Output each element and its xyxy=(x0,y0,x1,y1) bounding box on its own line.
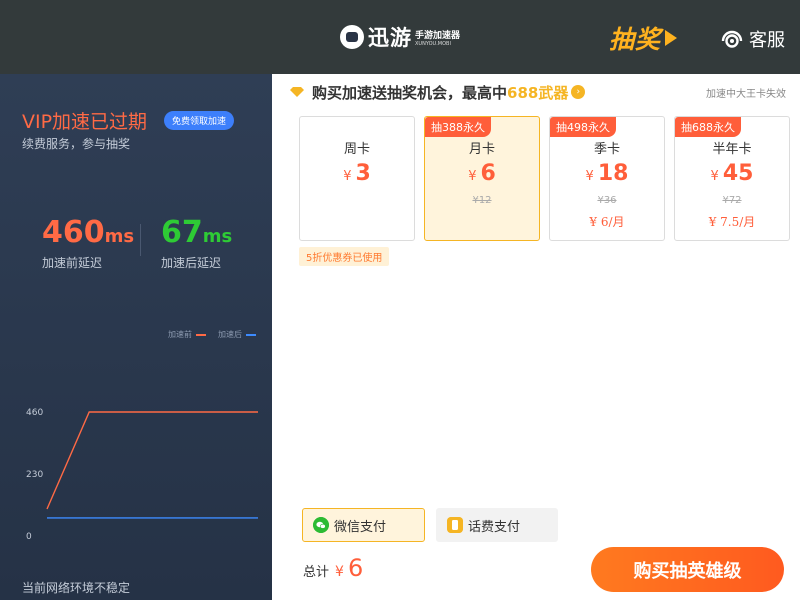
plan-price-value: 18 xyxy=(597,161,629,186)
phone-icon xyxy=(447,517,463,533)
plan-tag: 抽688永久 xyxy=(675,117,741,137)
latency-before-value: 460 xyxy=(42,215,105,250)
logo-sub-en: XUNYOU.MOBI xyxy=(415,40,451,47)
plan-price: ¥45 xyxy=(675,161,789,186)
latency-before-unit: ms xyxy=(104,226,135,247)
wechat-icon xyxy=(313,517,329,533)
phone-pay-label: 话费支付 xyxy=(468,519,521,535)
lottery-label: 抽奖 xyxy=(609,25,662,54)
latency-after: 67ms 加速后延迟 xyxy=(161,216,232,271)
plan-price-value: 6 xyxy=(480,161,496,186)
app-logo: 迅游 手游加速器 XUNYOU.MOBI xyxy=(340,22,460,52)
plan-original-price: ¥12 xyxy=(472,195,492,206)
plan-price: ¥6 xyxy=(425,161,539,186)
total-value: 6 xyxy=(347,554,364,582)
logo-icon xyxy=(340,25,364,49)
latency-after-unit: ms xyxy=(202,226,233,247)
y-tick-label: 0 xyxy=(26,532,32,542)
vip-status-title: VIP加速已过期 xyxy=(22,111,148,133)
plan-name: 季卡 xyxy=(593,142,620,157)
plan-list: 周卡 ¥3 抽388永久 月卡 ¥6 ¥12 抽498永久 季卡 ¥18 ¥36 ¥ 6/月 抽688… xyxy=(299,116,799,241)
plan-price-value: 3 xyxy=(355,161,371,186)
latency-after-value: 67 xyxy=(161,215,203,250)
y-tick-label: 230 xyxy=(26,470,43,480)
plan-per-month: ¥ 6/月 xyxy=(589,215,625,229)
plan-price-value: 45 xyxy=(722,161,754,186)
latency-after-label: 加速后延迟 xyxy=(161,256,222,270)
plan-name: 月卡 xyxy=(468,142,495,157)
latency-series-line xyxy=(46,411,258,510)
total-currency: ¥ xyxy=(335,564,344,580)
plan-currency: ¥ xyxy=(468,169,477,184)
legend-before-swatch xyxy=(196,333,206,336)
headset-icon xyxy=(721,30,743,48)
wechat-pay-label: 微信支付 xyxy=(334,519,387,535)
plan-per-month: ¥ 7.5/月 xyxy=(708,215,756,229)
plan-card[interactable]: 抽388永久月卡 ¥6 ¥12 xyxy=(424,116,540,241)
plan-currency: ¥ xyxy=(710,169,719,184)
coupon-note: 5折优惠券已使用 xyxy=(299,247,390,266)
logo-subtitle: 手游加速器 XUNYOU.MOBI xyxy=(415,28,460,47)
plan-currency: ¥ xyxy=(585,169,594,184)
plan-original-price: ¥72 xyxy=(722,195,742,206)
plan-original-price: ¥36 xyxy=(597,195,617,206)
latency-before: 460ms 加速前延迟 xyxy=(42,216,134,271)
logo-sub-cn: 手游加速器 xyxy=(415,30,461,41)
legend-after: 加速后 xyxy=(218,329,256,340)
promo-highlight: 688武器 xyxy=(507,83,569,102)
customer-service-button[interactable]: 客服 xyxy=(720,26,785,52)
plan-price: ¥3 xyxy=(300,161,414,186)
plan-tag: 抽498永久 xyxy=(550,117,616,137)
legend-after-label: 加速后 xyxy=(218,330,242,339)
promo-text: 购买加速送抽奖机会，最高中 xyxy=(312,83,508,102)
plan-card[interactable]: 抽498永久季卡 ¥18 ¥36 ¥ 6/月 xyxy=(549,116,665,241)
latency-panel: VIP加速已过期 免费领取加速 续费服务，参与抽奖 460ms 加速前延迟 67… xyxy=(0,74,272,600)
promo-note: 加速中大王卡失效 xyxy=(706,88,786,100)
wechat-pay-button[interactable]: 微信支付 xyxy=(302,508,425,542)
legend-before: 加速前 xyxy=(168,329,206,340)
plan-tag: 抽388永久 xyxy=(425,117,491,137)
plan-name: 半年卡 xyxy=(712,142,752,157)
plan-name: 周卡 xyxy=(343,142,370,157)
phone-bill-pay-button[interactable]: 话费支付 xyxy=(436,508,558,542)
logo-text: 迅游 xyxy=(368,26,412,50)
divider xyxy=(140,224,141,256)
plan-card[interactable]: 周卡 ¥3 xyxy=(299,116,415,241)
lottery-button[interactable]: 抽奖 xyxy=(609,20,678,56)
latency-after-reading: 67ms xyxy=(161,216,232,254)
promo-banner: 购买加速送抽奖机会，最高中 688武器 › 加速中大王卡失效 xyxy=(290,82,790,102)
plan-currency: ¥ xyxy=(343,169,352,184)
network-status: 当前网络环境不稳定 xyxy=(22,581,131,595)
legend-after-swatch xyxy=(246,333,256,336)
free-acceleration-button[interactable]: 免费领取加速 xyxy=(164,111,235,130)
play-arrow-icon xyxy=(665,30,678,46)
chevron-right-icon[interactable]: › xyxy=(571,85,586,99)
diamond-icon xyxy=(290,87,304,97)
vip-subtitle: 续费服务，参与抽奖 xyxy=(22,137,131,151)
latency-before-label: 加速前延迟 xyxy=(42,256,103,270)
latency-chart: 460 230 0 xyxy=(26,408,258,542)
top-bar: 迅游 手游加速器 XUNYOU.MOBI 抽奖 客服 xyxy=(0,0,800,74)
latency-before-reading: 460ms xyxy=(42,216,134,254)
service-label: 客服 xyxy=(749,30,785,51)
total-amount: 总计 ¥ 6 xyxy=(303,554,363,582)
plan-card[interactable]: 抽688永久半年卡 ¥45 ¥72 ¥ 7.5/月 xyxy=(674,116,790,241)
legend-before-label: 加速前 xyxy=(168,330,192,339)
plan-price: ¥18 xyxy=(550,161,664,186)
total-label: 总计 xyxy=(303,565,330,580)
y-tick-label: 460 xyxy=(26,408,43,418)
buy-button[interactable]: 购买抽英雄级 xyxy=(591,547,784,592)
